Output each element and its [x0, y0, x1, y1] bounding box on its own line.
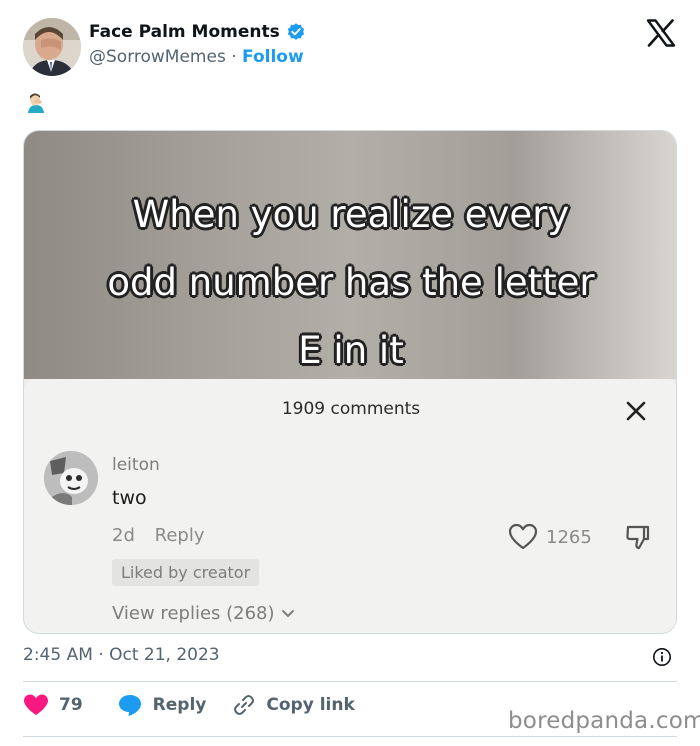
comment-reply-label: Reply	[154, 525, 205, 546]
comment-age: 2d	[112, 525, 135, 546]
copy-link-button[interactable]: Copy link	[232, 693, 355, 717]
close-icon	[626, 401, 646, 421]
caption-line: odd number has the letter	[107, 261, 595, 304]
handle[interactable]: @SorrowMemes	[89, 47, 226, 67]
avatar[interactable]	[23, 18, 81, 76]
tweet-timestamp[interactable]: 2:45 AM · Oct 21, 2023	[23, 645, 220, 665]
chevron-down-icon	[281, 609, 294, 617]
reply-bubble-icon	[118, 695, 141, 716]
facepalm-emoji-icon	[28, 93, 44, 113]
handle-row: @SorrowMemes · Follow	[89, 47, 304, 67]
comments-count: 1909 comments	[281, 399, 421, 419]
separator: ·	[231, 47, 237, 67]
copy-link-label: Copy link	[266, 695, 355, 715]
x-logo-icon[interactable]	[646, 19, 676, 47]
commenter-avatar	[44, 451, 98, 505]
heart-icon	[24, 694, 48, 715]
comment-text: two	[112, 487, 147, 509]
view-replies: View replies (268)	[112, 603, 295, 624]
name-row: Face Palm Moments	[89, 22, 306, 42]
comment-like-count: 1265	[546, 526, 592, 548]
divider	[23, 681, 677, 682]
verified-badge-icon	[287, 23, 304, 40]
thumbs-down-icon	[626, 525, 650, 550]
like-button[interactable]: 79	[23, 693, 83, 717]
caption-line: E in it	[298, 329, 404, 372]
heart-outline-icon	[508, 523, 538, 550]
comments-sheet: 1909 comments leiton two 2d Reply Liked …	[24, 379, 676, 633]
reply-button[interactable]: Reply	[117, 693, 207, 717]
link-icon	[234, 695, 255, 715]
comment-username: leiton	[112, 455, 160, 475]
tweet-header: Face Palm Moments @SorrowMemes · Follow	[0, 0, 700, 90]
reply-label: Reply	[152, 695, 207, 715]
comment-like: 1265	[508, 523, 592, 551]
meme-background: When you realize every odd number has th…	[24, 131, 676, 379]
view-replies-label: View replies (268)	[112, 603, 275, 624]
display-name[interactable]: Face Palm Moments	[89, 22, 280, 42]
meme-image[interactable]: When you realize every odd number has th…	[23, 130, 677, 634]
follow-button[interactable]: Follow	[242, 47, 304, 67]
liked-by-creator-badge: Liked by creator	[112, 559, 260, 586]
tweet-actions: 79 Reply Copy link	[23, 690, 355, 720]
comment-meta: 2d Reply	[112, 525, 204, 546]
caption-line: When you realize every	[132, 193, 570, 236]
watermark: boredpanda.com	[504, 708, 700, 734]
info-icon[interactable]	[652, 647, 672, 667]
like-count: 79	[59, 695, 83, 715]
meme-caption: When you realize every odd number has th…	[24, 181, 676, 385]
bottom-divider	[23, 736, 677, 737]
